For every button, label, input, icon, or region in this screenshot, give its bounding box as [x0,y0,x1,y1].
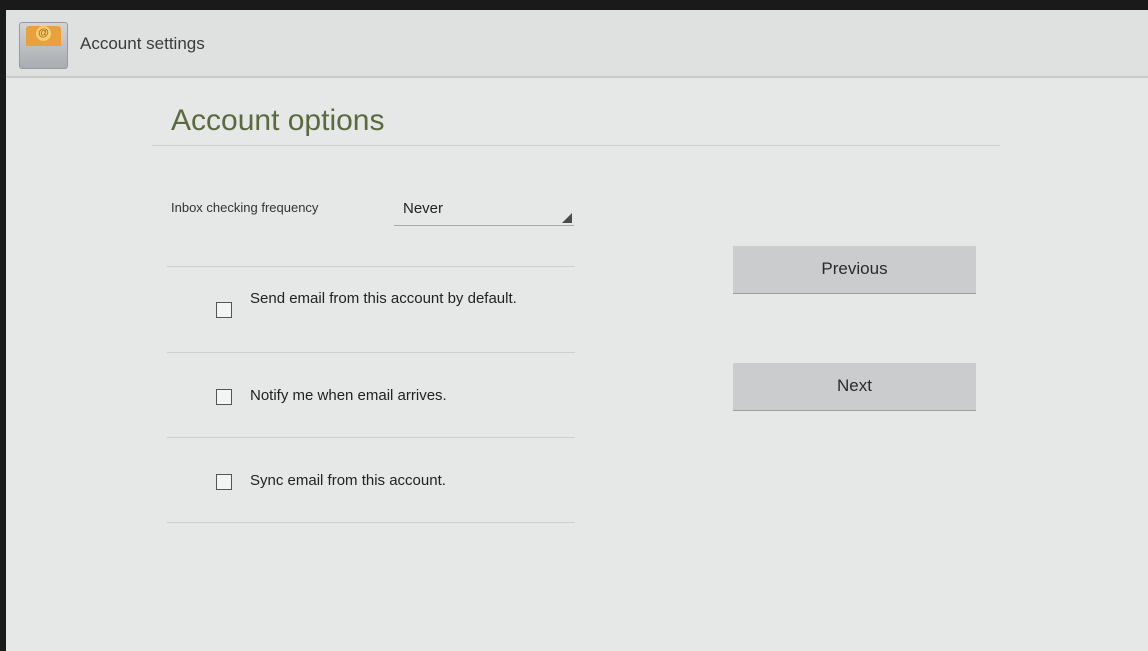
checkbox-icon[interactable] [216,474,232,490]
option-label: Notify me when email arrives. [250,387,447,404]
divider [167,352,575,353]
spinner-arrow-icon [562,213,572,223]
previous-button[interactable]: Previous [733,246,976,294]
option-label: Sync email from this account. [250,472,446,489]
section-heading: Account options [171,104,385,137]
action-bar: @ Account settings [6,10,1148,78]
next-button[interactable]: Next [733,363,976,411]
screen: @ Account settings Account options Inbox… [6,10,1148,651]
inbox-frequency-label: Inbox checking frequency [171,200,319,215]
divider [167,522,575,523]
heading-divider [152,145,1000,146]
at-symbol: @ [36,26,51,41]
inbox-frequency-value: Never [403,200,444,217]
divider [167,437,575,438]
divider [167,266,575,267]
inbox-frequency-spinner[interactable]: Never [394,196,574,226]
email-app-icon[interactable]: @ [19,22,68,69]
checkbox-icon[interactable] [216,302,232,318]
option-label: Send email from this account by default. [250,290,517,307]
checkbox-icon[interactable] [216,389,232,405]
page-title: Account settings [80,34,205,53]
